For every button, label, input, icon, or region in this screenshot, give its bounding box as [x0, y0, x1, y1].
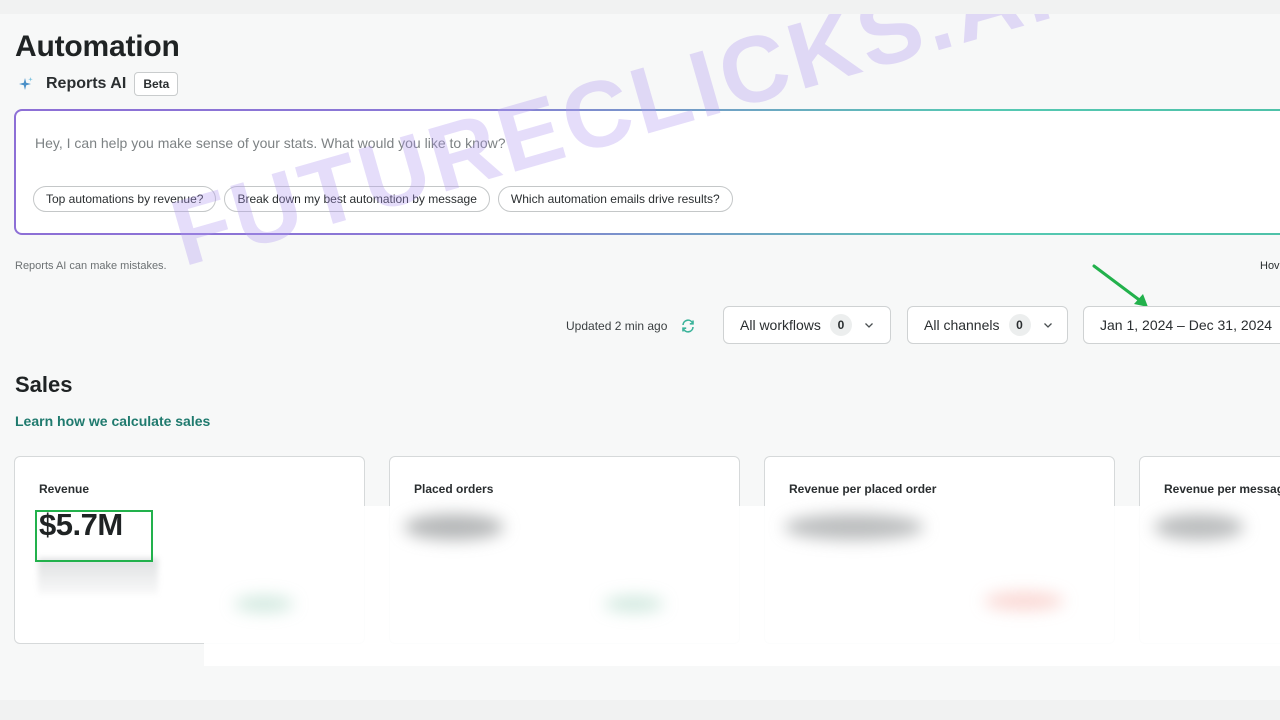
- suggestion-chip-break-down[interactable]: Break down my best automation by message: [224, 186, 490, 212]
- blurred-region: [204, 506, 1280, 666]
- blurred-sub-value: [38, 558, 158, 594]
- date-range-filter[interactable]: Jan 1, 2024 – Dec 31, 2024: [1083, 306, 1280, 344]
- learn-sales-link[interactable]: Learn how we calculate sales: [15, 413, 210, 429]
- how-link[interactable]: Hov: [1260, 260, 1280, 272]
- updated-status: Updated 2 min ago: [566, 318, 696, 334]
- channels-filter[interactable]: All channels 0: [907, 306, 1068, 344]
- revenue-per-order-label: Revenue per placed order: [789, 482, 937, 496]
- page: Automation Reports AI Beta Top automatio…: [0, 0, 1280, 720]
- refresh-icon[interactable]: [680, 318, 696, 334]
- channels-filter-label: All channels: [924, 317, 1000, 333]
- reports-ai-box-inner: Top automations by revenue? Break down m…: [16, 111, 1280, 233]
- main-content: Automation Reports AI Beta Top automatio…: [0, 14, 1280, 700]
- suggestion-chip-top-automations[interactable]: Top automations by revenue?: [33, 186, 217, 212]
- revenue-card-label: Revenue: [39, 482, 90, 496]
- workflows-filter[interactable]: All workflows 0: [723, 306, 891, 344]
- suggestion-chips: Top automations by revenue? Break down m…: [33, 186, 733, 212]
- updated-text: Updated 2 min ago: [566, 319, 668, 333]
- reports-ai-input[interactable]: [33, 134, 937, 152]
- chevron-down-icon: [1043, 323, 1052, 328]
- date-range-label: Jan 1, 2024 – Dec 31, 2024: [1100, 317, 1273, 333]
- suggestion-chip-emails[interactable]: Which automation emails drive results?: [497, 186, 733, 212]
- arrow-icon: [1092, 264, 1148, 307]
- sparkle-icon: [19, 77, 33, 90]
- chevron-down-icon: [864, 323, 873, 328]
- page-title: Automation: [15, 30, 180, 63]
- reports-ai-header: Reports AI Beta: [18, 72, 179, 96]
- revenue-per-message-label: Revenue per message: [1164, 482, 1280, 496]
- sales-title: Sales: [15, 372, 73, 397]
- workflows-filter-count: 0: [829, 314, 852, 336]
- channels-filter-count: 0: [1008, 314, 1031, 336]
- beta-badge: Beta: [134, 72, 179, 96]
- placed-orders-label: Placed orders: [414, 482, 494, 496]
- reports-ai-label: Reports AI: [46, 75, 127, 92]
- revenue-highlight-box: [35, 510, 153, 562]
- reports-ai-box: Top automations by revenue? Break down m…: [14, 109, 1280, 235]
- workflows-filter-label: All workflows: [740, 317, 821, 333]
- ai-disclaimer: Reports AI can make mistakes.: [15, 260, 167, 272]
